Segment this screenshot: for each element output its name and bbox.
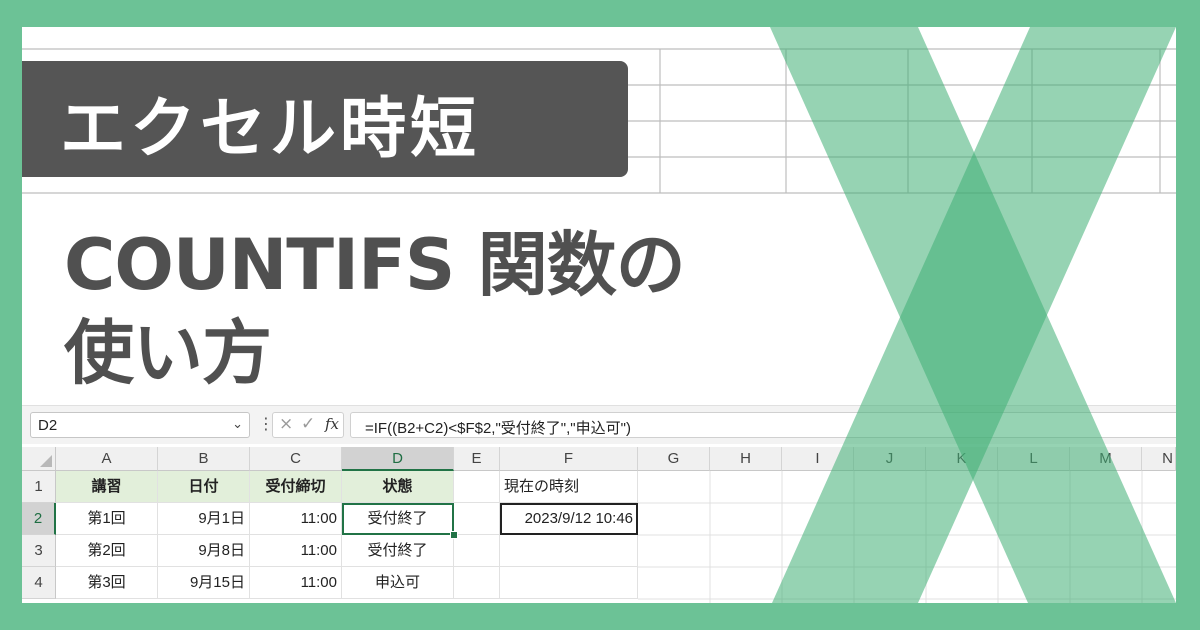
cell-c2[interactable]: 11:00	[250, 503, 342, 535]
insert-function-icon[interactable]: fx	[325, 415, 339, 433]
column-header-k[interactable]: K	[926, 447, 998, 471]
chevron-down-icon[interactable]: ⌄	[232, 416, 243, 432]
column-header-a[interactable]: A	[56, 447, 158, 471]
cell-b1[interactable]: 日付	[158, 471, 250, 503]
name-box[interactable]: D2 ⌄	[30, 412, 250, 438]
column-header-j[interactable]: J	[854, 447, 926, 471]
fill-handle[interactable]	[450, 531, 458, 539]
headline: COUNTIFS 関数の 使い方	[64, 221, 686, 397]
formula-bar: D2 ⌄ ⋮ × ✓ fx =IF((B2+C2)<$F$2,"受付終了","申…	[22, 405, 1176, 444]
headline-line-2: 使い方	[64, 312, 272, 394]
cell-e1[interactable]	[454, 471, 500, 503]
cell-b4[interactable]: 9月15日	[158, 567, 250, 599]
column-header-i[interactable]: I	[782, 447, 854, 471]
cell-c1[interactable]: 受付締切	[250, 471, 342, 503]
cell-c3[interactable]: 11:00	[250, 535, 342, 567]
empty-cells-grid	[638, 471, 1176, 603]
column-header-g[interactable]: G	[638, 447, 710, 471]
cell-d4[interactable]: 申込可	[342, 567, 454, 599]
name-box-value: D2	[38, 417, 58, 434]
formula-input[interactable]: =IF((B2+C2)<$F$2,"受付終了","申込可")	[350, 412, 1176, 438]
title-banner: エクセル時短	[22, 61, 628, 177]
cell-f3[interactable]	[500, 535, 638, 567]
banner-title: エクセル時短	[60, 90, 480, 167]
row-header-4[interactable]: 4	[22, 567, 56, 599]
cell-f1[interactable]: 現在の時刻	[500, 471, 638, 503]
cell-c4[interactable]: 11:00	[250, 567, 342, 599]
column-header-f[interactable]: F	[500, 447, 638, 471]
cell-a1[interactable]: 講習	[56, 471, 158, 503]
column-header-h[interactable]: H	[710, 447, 782, 471]
cell-d2-active[interactable]: 受付終了	[342, 503, 454, 535]
column-header-d[interactable]: D	[342, 447, 454, 471]
row-header-2[interactable]: 2	[22, 503, 56, 535]
cell-b2[interactable]: 9月1日	[158, 503, 250, 535]
thumbnail-card: エクセル時短 COUNTIFS 関数の 使い方 D2 ⌄ ⋮ × ✓ fx =I…	[22, 27, 1176, 603]
cell-a3[interactable]: 第2回	[56, 535, 158, 567]
cell-f2[interactable]: 2023/9/12 10:46	[500, 503, 638, 535]
enter-check-icon[interactable]: ✓	[301, 414, 315, 434]
excel-window: D2 ⌄ ⋮ × ✓ fx =IF((B2+C2)<$F$2,"受付終了","申…	[22, 405, 1176, 603]
cell-b3[interactable]: 9月8日	[158, 535, 250, 567]
cell-f4[interactable]	[500, 567, 638, 599]
column-header-l[interactable]: L	[998, 447, 1070, 471]
cell-e2[interactable]	[454, 503, 500, 535]
cell-d3[interactable]: 受付終了	[342, 535, 454, 567]
cell-d1[interactable]: 状態	[342, 471, 454, 503]
column-header-n[interactable]: N	[1142, 447, 1176, 471]
headline-line-1: COUNTIFS 関数の	[64, 224, 686, 306]
cancel-icon[interactable]: ×	[279, 414, 293, 434]
cell-e3[interactable]	[454, 535, 500, 567]
select-all-corner[interactable]	[22, 447, 56, 471]
cell-e4[interactable]	[454, 567, 500, 599]
column-header-c[interactable]: C	[250, 447, 342, 471]
row-header-1[interactable]: 1	[22, 471, 56, 503]
column-header-e[interactable]: E	[454, 447, 500, 471]
column-header-m[interactable]: M	[1070, 447, 1142, 471]
column-header-b[interactable]: B	[158, 447, 250, 471]
formula-buttons: × ✓ fx	[272, 412, 344, 438]
row-header-3[interactable]: 3	[22, 535, 56, 567]
cell-a4[interactable]: 第3回	[56, 567, 158, 599]
cell-a2[interactable]: 第1回	[56, 503, 158, 535]
